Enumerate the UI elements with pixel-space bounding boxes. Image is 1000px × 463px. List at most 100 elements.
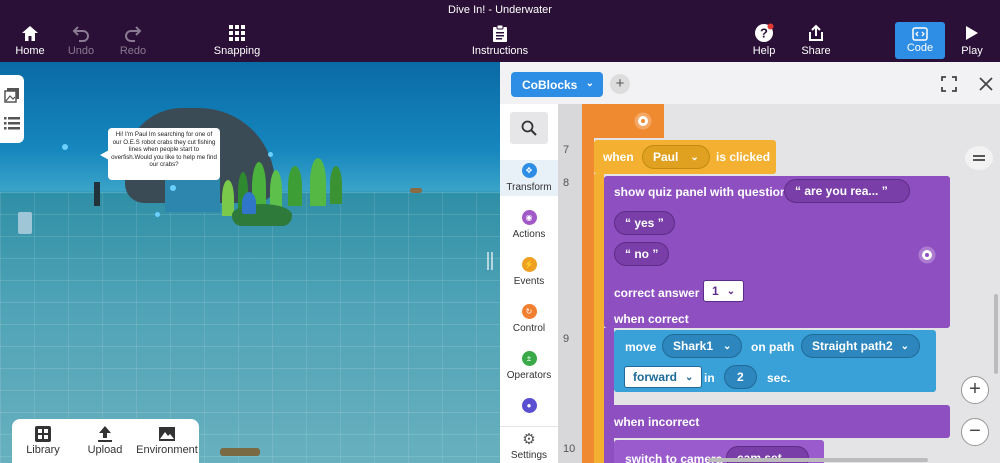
direction-select[interactable]: forward ⌄	[624, 366, 703, 388]
category-settings[interactable]: ⚙ Settings	[500, 426, 558, 463]
category-actions[interactable]: ◉ Actions	[500, 210, 558, 240]
bottom-toolbar: Library Upload Environment	[12, 419, 199, 463]
code-workspace[interactable]: 7 8 9 10 when Paul ⌄ is clicked show qui…	[558, 104, 1000, 463]
category-transform[interactable]: ✥ Transform	[500, 160, 558, 196]
on-path-label: on path	[751, 340, 795, 354]
event-block-spine	[582, 138, 594, 463]
vertical-scrollbar[interactable]	[994, 294, 998, 374]
gallery-icon[interactable]	[4, 87, 20, 103]
play-icon	[942, 22, 1000, 44]
close-icon[interactable]	[976, 74, 996, 94]
paul-value: Paul	[653, 150, 679, 164]
instructions-button[interactable]: Instructions	[470, 22, 530, 57]
category-label: Control	[512, 323, 546, 334]
help-icon: ?	[734, 22, 794, 44]
gear-icon[interactable]	[916, 244, 938, 266]
code-button[interactable]: Code	[895, 22, 945, 59]
chevron-down-icon: ⌄	[690, 151, 699, 163]
editor-select[interactable]: CoBlocks ⌄	[511, 72, 603, 97]
seaweed	[330, 166, 342, 204]
share-button[interactable]: Share	[786, 22, 846, 57]
question-text-input[interactable]: “ are you rea... ”	[784, 179, 910, 203]
library-label: Library	[26, 444, 60, 456]
play-label: Play	[961, 45, 983, 57]
in-label: in	[704, 371, 715, 385]
category-label: Operators	[506, 370, 552, 381]
category-variables[interactable]: ●	[500, 398, 558, 417]
seaweed-bush	[232, 204, 292, 226]
workspace-menu-handle[interactable]	[965, 146, 993, 170]
when-correct-label: when correct	[614, 312, 689, 326]
add-editor-button[interactable]: +	[610, 74, 630, 94]
line-number: 10	[563, 443, 576, 455]
undo-button[interactable]: Undo	[51, 22, 111, 57]
library-button[interactable]: Library	[12, 419, 74, 463]
environment-label: Environment	[136, 444, 198, 456]
category-control[interactable]: ↻ Control	[500, 304, 558, 334]
upload-button[interactable]: Upload	[74, 419, 136, 463]
zoom-out-button[interactable]: −	[961, 418, 989, 446]
no-value: “ no ”	[625, 247, 659, 261]
correct-answer-select[interactable]: 1 ⌄	[703, 280, 745, 302]
crab[interactable]	[410, 188, 422, 193]
list-icon[interactable]	[4, 115, 20, 131]
when-clicked-spine	[594, 174, 604, 463]
help-label: Help	[752, 45, 776, 57]
help-button[interactable]: ? Help	[734, 22, 794, 57]
duration-input[interactable]: 2	[724, 365, 757, 389]
coral	[242, 192, 256, 214]
environment-button[interactable]: Environment	[136, 419, 198, 463]
shark-value: Shark1	[673, 339, 714, 353]
chevron-down-icon: ⌄	[723, 340, 732, 352]
snapping-label: Snapping	[213, 45, 261, 57]
code-icon	[895, 22, 945, 42]
play-button[interactable]: Play	[942, 22, 1000, 57]
category-label: Settings	[510, 450, 548, 461]
redo-button[interactable]: Redo	[103, 22, 163, 57]
yes-value: “ yes ”	[625, 216, 664, 230]
line-gutter	[558, 104, 584, 463]
bubble	[268, 152, 273, 157]
category-events[interactable]: ⚡ Events	[500, 257, 558, 287]
speech-bubble: Hi! I'm Paul Im searching for one of our…	[100, 128, 220, 180]
object-select-shark[interactable]: Shark1 ⌄	[662, 334, 743, 358]
zoom-in-button[interactable]: +	[961, 376, 989, 404]
library-icon	[12, 424, 74, 444]
share-icon	[786, 22, 846, 44]
gear-icon: ⚙	[522, 430, 536, 448]
correct-answer-value: 1	[712, 284, 719, 298]
code-panel: CoBlocks ⌄ + ✥ Transform ◉ Actions ⚡ Eve…	[500, 62, 1000, 463]
horizontal-scrollbar[interactable]	[708, 458, 928, 462]
scene-object[interactable]	[18, 212, 32, 234]
gear-icon[interactable]	[632, 110, 654, 132]
actions-icon: ◉	[521, 210, 537, 225]
menu-icon	[973, 155, 985, 161]
is-clicked-label: is clicked	[716, 150, 771, 164]
bubble	[155, 212, 160, 217]
object-select-paul[interactable]: Paul ⌄	[642, 145, 710, 169]
line-number: 9	[563, 333, 570, 345]
fullscreen-icon[interactable]	[939, 74, 959, 94]
answer-no-input[interactable]: “ no ”	[614, 242, 670, 266]
seaweed	[222, 180, 234, 216]
diver-character[interactable]	[94, 182, 100, 206]
line-number: 7	[563, 144, 570, 156]
scene-viewport[interactable]: Hi! I'm Paul Im searching for one of our…	[0, 62, 500, 463]
path-select[interactable]: Straight path2 ⌄	[801, 334, 921, 358]
block-search-button[interactable]	[510, 112, 548, 144]
search-icon	[521, 120, 537, 136]
grid-icon	[207, 22, 267, 44]
category-operators[interactable]: ± Operators	[500, 351, 558, 381]
seaweed	[310, 158, 326, 206]
svg-text:?: ?	[760, 26, 768, 41]
panel-resize-handle[interactable]	[487, 252, 493, 270]
code-panel-header: CoBlocks ⌄ +	[500, 62, 1000, 104]
bubble	[170, 185, 176, 191]
direction-value: forward	[633, 370, 678, 384]
quiz-block-spine	[604, 328, 614, 463]
chevron-down-icon: ⌄	[726, 285, 736, 297]
correct-answer-label: correct answer	[614, 286, 700, 300]
answer-yes-input[interactable]: “ yes ”	[614, 211, 675, 235]
upload-label: Upload	[87, 444, 123, 456]
snapping-button[interactable]: Snapping	[207, 22, 267, 57]
